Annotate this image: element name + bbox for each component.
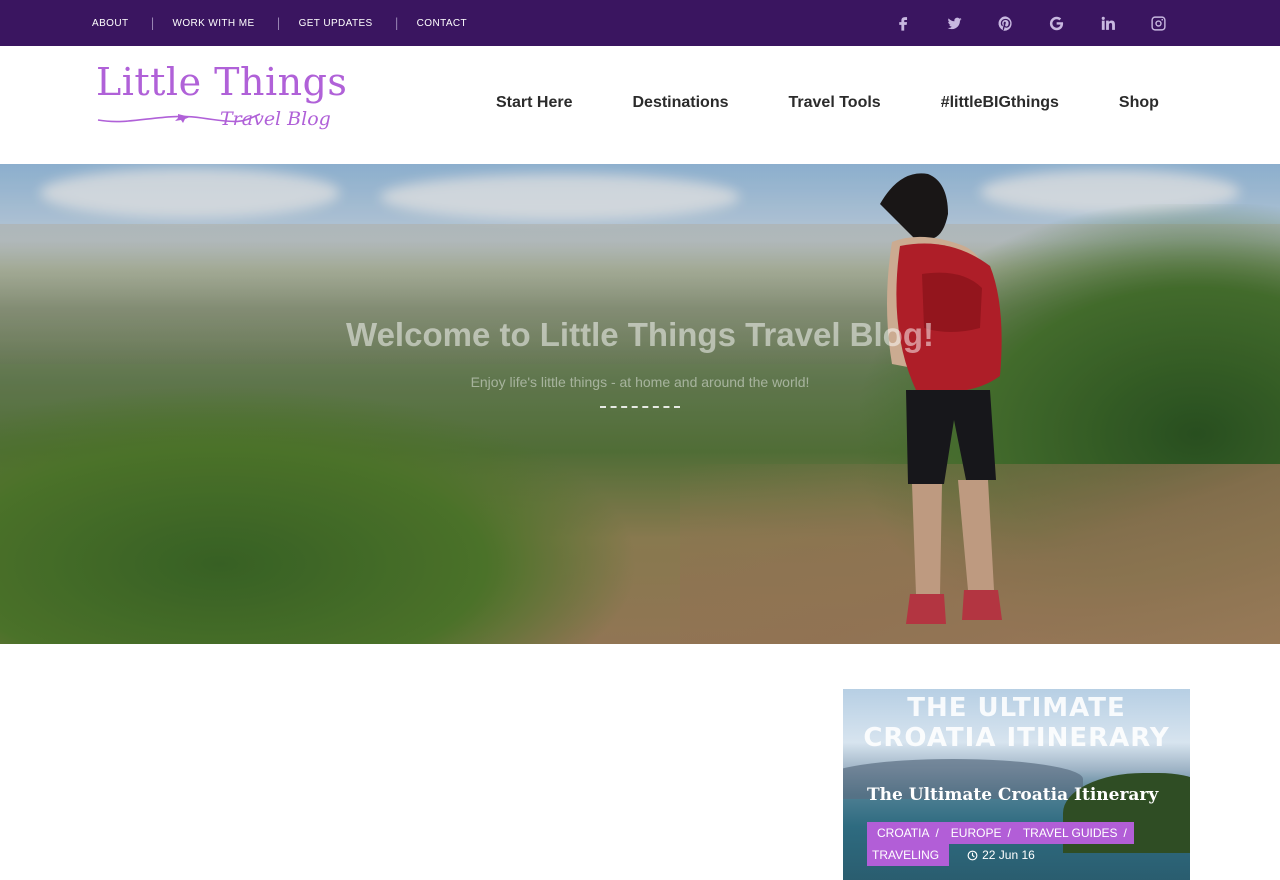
category-tag: TRAVELING: [867, 844, 950, 866]
top-link-work-with-me[interactable]: WORK WITH ME: [173, 18, 255, 29]
nav-destinations[interactable]: Destinations: [602, 94, 758, 112]
category-europe[interactable]: EUROPE: [951, 822, 1002, 844]
featured-post-card[interactable]: THE ULTIMATE CROATIA ITINERARY The Ultim…: [843, 689, 1190, 880]
hero-overlay: [0, 164, 1280, 644]
card-image-text: THE ULTIMATE: [907, 693, 1126, 723]
hero-divider: [600, 406, 680, 408]
hero-subtitle: Enjoy life's little things - at home and…: [470, 374, 810, 390]
divider: |: [394, 16, 399, 30]
category-separator: /: [935, 826, 939, 840]
post-date: 22 Jun 16: [967, 848, 1035, 862]
category-tag: CROATIA /: [867, 822, 946, 844]
nav-littlebigthings[interactable]: #littleBIGthings: [911, 94, 1089, 112]
clock-icon: [967, 850, 978, 860]
card-image-text: CROATIA ITINERARY: [863, 723, 1170, 753]
top-links: ABOUT | WORK WITH ME | GET UPDATES | CON…: [92, 0, 467, 46]
post-date-text: 22 Jun 16: [982, 848, 1035, 862]
top-link-get-updates[interactable]: GET UPDATES: [299, 18, 373, 29]
linkedin-icon[interactable]: [1082, 0, 1133, 46]
nav-shop[interactable]: Shop: [1089, 94, 1189, 112]
hero-title: Welcome to Little Things Travel Blog!: [346, 316, 934, 353]
site-header: Little Things Travel Blog Start Here Des…: [0, 46, 1280, 164]
category-tag: TRAVEL GUIDES /: [1017, 822, 1134, 844]
category-separator: /: [1007, 826, 1011, 840]
main-nav: Start Here Destinations Travel Tools #li…: [466, 46, 1189, 160]
instagram-icon[interactable]: [1133, 0, 1184, 46]
site-logo[interactable]: Little Things Travel Blog: [92, 60, 347, 146]
logo-subtitle: Travel Blog: [220, 108, 331, 130]
twitter-icon[interactable]: [929, 0, 980, 46]
divider: |: [150, 16, 155, 30]
post-categories: CROATIA / EUROPE / TRAVEL GUIDES / TRAVELIN…: [867, 822, 1167, 866]
category-row: CROATIA / EUROPE / TRAVEL GUIDES /: [867, 822, 1167, 844]
post-title[interactable]: The Ultimate Croatia Itinerary: [867, 785, 1158, 805]
pinterest-icon[interactable]: [980, 0, 1031, 46]
category-separator: /: [1123, 826, 1127, 840]
nav-start-here[interactable]: Start Here: [466, 94, 602, 112]
divider: |: [276, 16, 281, 30]
category-row: TRAVELING 22 Jun 16: [867, 844, 1167, 866]
category-traveling[interactable]: TRAVELING: [872, 844, 944, 866]
category-tag: EUROPE /: [945, 822, 1018, 844]
category-travel-guides[interactable]: TRAVEL GUIDES: [1023, 822, 1118, 844]
category-croatia[interactable]: CROATIA: [872, 822, 929, 844]
top-link-about[interactable]: ABOUT: [92, 18, 128, 29]
top-bar: ABOUT | WORK WITH ME | GET UPDATES | CON…: [0, 0, 1280, 46]
top-link-contact[interactable]: CONTACT: [417, 18, 467, 29]
nav-travel-tools[interactable]: Travel Tools: [759, 94, 911, 112]
hero-banner: Welcome to Little Things Travel Blog! En…: [0, 164, 1280, 644]
facebook-icon[interactable]: [878, 0, 929, 46]
social-links: [878, 0, 1184, 46]
google-icon[interactable]: [1031, 0, 1082, 46]
logo-title: Little Things: [96, 60, 348, 104]
